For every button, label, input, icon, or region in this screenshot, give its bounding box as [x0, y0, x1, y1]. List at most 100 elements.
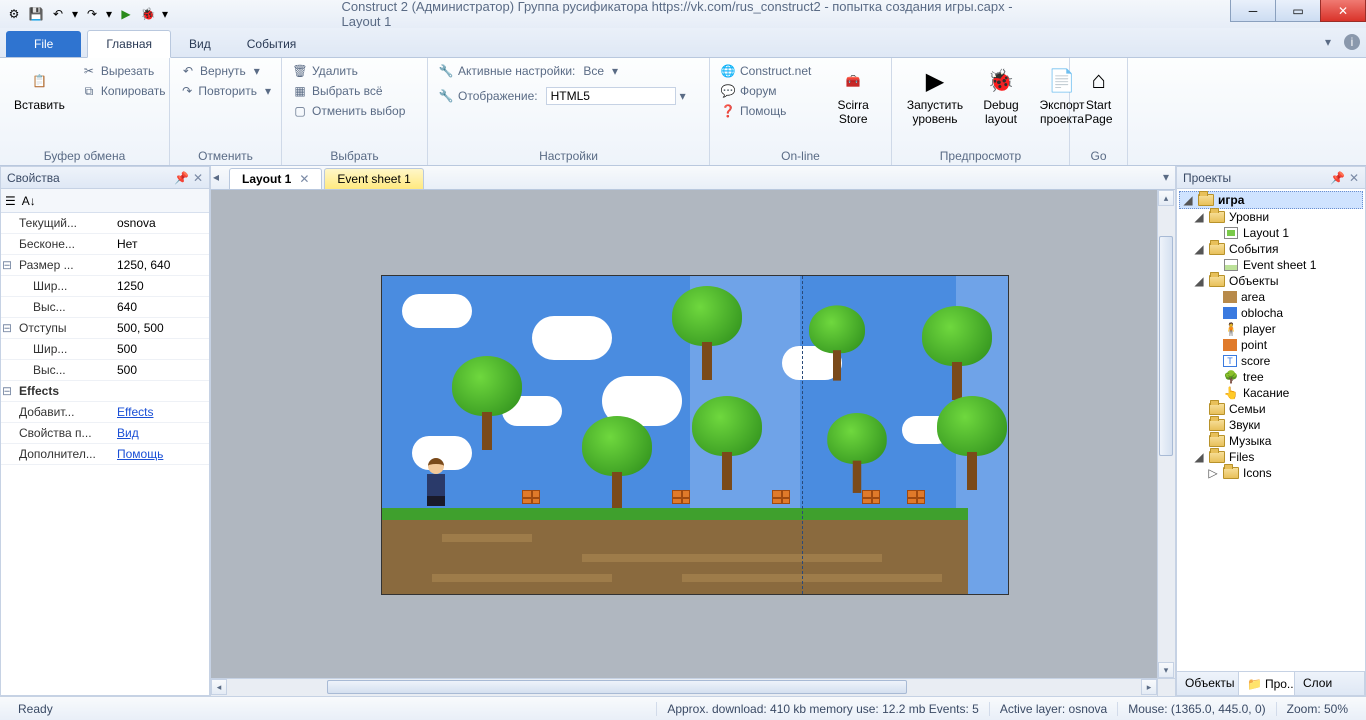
prop-row-margin-height[interactable]: Выс...500 [1, 360, 209, 381]
tree-sprite[interactable] [809, 305, 865, 380]
vertical-scrollbar[interactable]: ▴ ▾ [1157, 190, 1175, 678]
tree-node-layout1[interactable]: Layout 1 [1179, 225, 1363, 241]
collapse-icon[interactable]: ⊟ [1, 321, 13, 335]
bottom-tab-objects[interactable]: Объекты [1177, 672, 1239, 695]
select-all-button[interactable]: ▦Выбрать всё [290, 82, 419, 100]
tab-scroll-left-icon[interactable]: ◂ [213, 170, 219, 184]
scroll-left-icon[interactable]: ◂ [211, 679, 227, 695]
layout-canvas[interactable] [211, 190, 1157, 678]
prop-row-unbounded[interactable]: Бесконе...Нет [1, 234, 209, 255]
close-panel-icon[interactable]: ✕ [193, 171, 203, 185]
cloud-sprite[interactable] [532, 316, 612, 360]
qat-customize-dropdown-icon[interactable]: ▾ [160, 4, 170, 24]
debug-layout-button[interactable]: 🐞Debug layout [974, 62, 1028, 128]
tree-node-families[interactable]: Семьи [1179, 401, 1363, 417]
point-sprite[interactable] [772, 490, 790, 504]
scroll-right-icon[interactable]: ▸ [1141, 679, 1157, 695]
prop-row-height[interactable]: Выс...640 [1, 297, 209, 318]
tree-node-eventsheet1[interactable]: Event sheet 1 [1179, 257, 1363, 273]
layout-rect[interactable] [381, 275, 1009, 595]
bottom-tab-layers[interactable]: Слои [1295, 672, 1365, 695]
scroll-down-icon[interactable]: ▾ [1158, 662, 1174, 678]
qat-debug-icon[interactable]: 🐞 [138, 4, 158, 24]
undo-button[interactable]: ↶Вернуть▾ [178, 62, 273, 80]
minimize-button[interactable]: ─ [1230, 0, 1276, 22]
prop-row-current-layer[interactable]: Текущий...osnova [1, 213, 209, 234]
tree-node-icons[interactable]: ▷Icons [1179, 465, 1363, 481]
player-sprite[interactable] [422, 458, 450, 508]
qat-app-icon[interactable]: ⚙ [4, 4, 24, 24]
doctab-eventsheet1[interactable]: Event sheet 1 [324, 168, 423, 189]
chevron-down-icon[interactable]: ▾ [680, 89, 686, 103]
tree-node-obj-point[interactable]: point [1179, 337, 1363, 353]
close-button[interactable]: ✕ [1320, 0, 1366, 22]
point-sprite[interactable] [862, 490, 880, 504]
view-link[interactable]: Вид [117, 426, 139, 440]
tab-file[interactable]: File [6, 31, 81, 57]
point-sprite[interactable] [522, 490, 540, 504]
tab-events[interactable]: События [229, 31, 315, 57]
tree-node-objects[interactable]: ◢Объекты [1179, 273, 1363, 289]
ground-area[interactable] [382, 520, 968, 594]
tree-node-obj-tree[interactable]: 🌳tree [1179, 369, 1363, 385]
ribbon-minimize-icon[interactable]: ▾ [1320, 34, 1336, 50]
tab-view[interactable]: Вид [171, 31, 229, 57]
tree-node-music[interactable]: Музыка [1179, 433, 1363, 449]
delete-button[interactable]: 🗑Удалить [290, 62, 419, 80]
scroll-thumb[interactable] [1159, 236, 1173, 456]
pin-icon[interactable]: 📌 [1330, 171, 1345, 185]
horizontal-scrollbar[interactable]: ◂ ▸ [211, 679, 1157, 696]
ground-grass[interactable] [382, 508, 968, 520]
tree-node-obj-touch[interactable]: 👆Касание [1179, 385, 1363, 401]
tree-node-events[interactable]: ◢События [1179, 241, 1363, 257]
doctab-layout1[interactable]: Layout 1✕ [229, 168, 322, 189]
prop-row-size[interactable]: ⊟Размер ...1250, 640 [1, 255, 209, 276]
cut-button[interactable]: ✂Вырезать [79, 62, 168, 80]
tree-node-files[interactable]: ◢Files [1179, 449, 1363, 465]
qat-redo-dropdown-icon[interactable]: ▾ [104, 4, 114, 24]
tree-node-obj-area[interactable]: area [1179, 289, 1363, 305]
display-select[interactable] [546, 87, 676, 105]
qat-redo-icon[interactable]: ↷ [82, 4, 102, 24]
tree-sprite[interactable] [827, 413, 887, 493]
help-link[interactable]: ❓Помощь [718, 102, 813, 120]
effects-link[interactable]: Effects [117, 405, 153, 419]
prop-row-add-effect[interactable]: Добавит...Effects [1, 402, 209, 423]
copy-button[interactable]: ⧉Копировать [79, 82, 168, 100]
active-config-value[interactable]: Все [583, 64, 604, 78]
collapse-icon[interactable]: ⊟ [1, 384, 13, 398]
redo-button[interactable]: ↷Повторить▾ [178, 82, 273, 100]
collapse-icon[interactable]: ⊟ [1, 258, 13, 272]
qat-save-icon[interactable]: 💾 [26, 4, 46, 24]
pin-icon[interactable]: 📌 [174, 171, 189, 185]
paste-button[interactable]: 📋 Вставить [8, 62, 71, 114]
tree-sprite[interactable] [672, 286, 742, 380]
tree-node-root[interactable]: ◢игра [1179, 191, 1363, 209]
tree-sprite[interactable] [582, 416, 652, 510]
prop-row-margins[interactable]: ⊟Отступы500, 500 [1, 318, 209, 339]
prop-row-margin-width[interactable]: Шир...500 [1, 339, 209, 360]
tree-sprite[interactable] [922, 306, 992, 400]
prop-row-width[interactable]: Шир...1250 [1, 276, 209, 297]
tree-node-levels[interactable]: ◢Уровни [1179, 209, 1363, 225]
bottom-tab-projects[interactable]: 📁Про... [1239, 672, 1295, 695]
start-page-button[interactable]: ⌂Start Page [1078, 62, 1119, 128]
sort-az-icon[interactable]: A↓ [22, 194, 36, 208]
qat-run-icon[interactable]: ▶ [116, 4, 136, 24]
qat-undo-dropdown-icon[interactable]: ▾ [70, 4, 80, 24]
tree-sprite[interactable] [452, 356, 522, 450]
categorize-icon[interactable]: ☰ [5, 194, 16, 208]
qat-undo-icon[interactable]: ↶ [48, 4, 68, 24]
tab-home[interactable]: Главная [87, 30, 171, 58]
chevron-down-icon[interactable]: ▾ [612, 64, 618, 78]
scirra-store-button[interactable]: 🧰 Scirra Store [823, 62, 883, 128]
construct-net-link[interactable]: 🌐Construct.net [718, 62, 813, 80]
tree-sprite[interactable] [692, 396, 762, 490]
tree-node-sounds[interactable]: Звуки [1179, 417, 1363, 433]
tree-node-obj-score[interactable]: Tscore [1179, 353, 1363, 369]
help-icon[interactable]: i [1344, 34, 1360, 50]
cloud-sprite[interactable] [402, 294, 472, 328]
point-sprite[interactable] [672, 490, 690, 504]
prop-category-effects[interactable]: ⊟Effects [1, 381, 209, 402]
prop-row-more-info[interactable]: Дополнител...Помощь [1, 444, 209, 465]
